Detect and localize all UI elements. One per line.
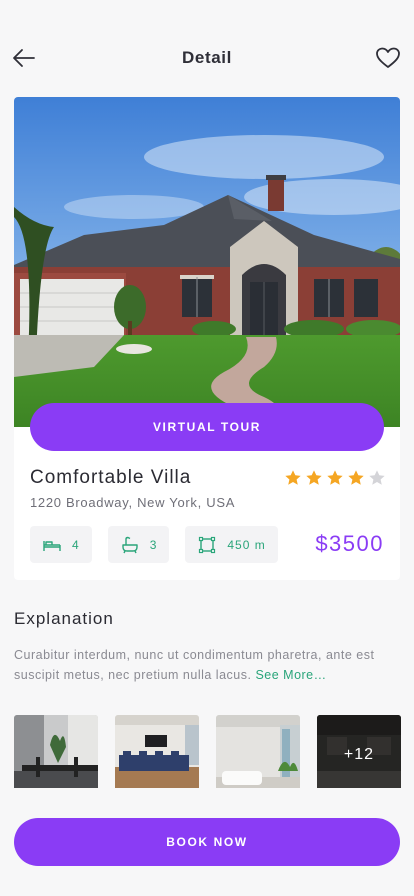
feature-area: 450 m [185, 526, 278, 563]
area-icon [199, 536, 216, 553]
property-price: $3500 [315, 531, 384, 556]
page-title: Detail [182, 48, 232, 67]
star-filled-icon [327, 470, 343, 485]
feature-area-value: 450 m [227, 537, 266, 552]
feature-bathrooms: 3 [107, 526, 170, 563]
living-room-photo [115, 715, 199, 795]
bed-icon [43, 540, 61, 551]
explanation-title: Explanation [14, 609, 114, 628]
gallery-thumb[interactable] [115, 715, 199, 795]
bathroom-photo [216, 715, 300, 795]
star-filled-icon [306, 470, 322, 485]
star-empty-icon [369, 470, 385, 485]
book-now-button[interactable]: BOOK NOW [14, 818, 400, 866]
property-address: 1220 Broadway, New York, USA [30, 495, 236, 510]
favorite-button[interactable] [374, 44, 402, 72]
see-more-link[interactable]: See More… [255, 668, 326, 682]
bathtub-icon [121, 536, 138, 553]
heart-icon [376, 47, 400, 68]
star-filled-icon [348, 470, 364, 485]
feature-bedrooms: 4 [30, 526, 92, 563]
virtual-tour-button[interactable]: VIRTUAL TOUR [30, 403, 384, 451]
explanation-text: Curabitur interdum, nunc ut condimentum … [14, 645, 402, 685]
property-name: Comfortable Villa [30, 467, 192, 488]
dining-room-photo [14, 715, 98, 795]
feature-bedrooms-value: 4 [72, 537, 80, 552]
gallery-thumb-more[interactable]: +12 [317, 715, 401, 795]
gallery-thumb[interactable] [216, 715, 300, 795]
feature-list: 4 3 450 m [30, 526, 278, 563]
photo-gallery: +12 [14, 715, 401, 795]
more-photos-count: +12 [343, 746, 375, 763]
top-bar: Detail [0, 36, 414, 80]
property-card: VIRTUAL TOUR Comfortable Villa 1220 Broa… [14, 97, 400, 580]
gallery-thumb[interactable] [14, 715, 98, 795]
star-filled-icon [285, 470, 301, 485]
feature-bathrooms-value: 3 [149, 537, 158, 552]
property-photo [14, 97, 400, 427]
rating-stars [284, 469, 386, 487]
